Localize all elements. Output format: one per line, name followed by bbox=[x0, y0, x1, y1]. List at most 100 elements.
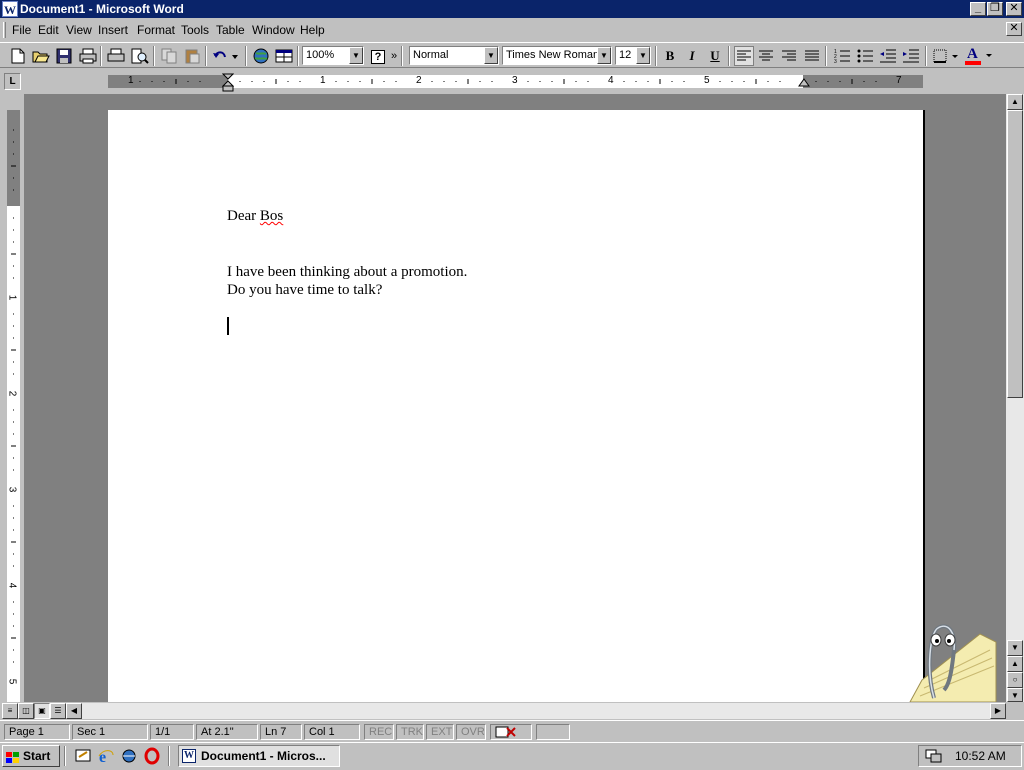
status-trk[interactable]: TRK bbox=[396, 724, 424, 740]
ruler-number: 3 bbox=[6, 486, 18, 493]
ruler-number: 5 bbox=[6, 678, 18, 685]
justify-icon[interactable] bbox=[802, 46, 822, 66]
previous-page-icon[interactable]: ▲ bbox=[1007, 656, 1023, 672]
toolbar-more-icon[interactable]: » bbox=[389, 46, 399, 66]
new-document-icon[interactable] bbox=[8, 46, 28, 66]
ruler-number: 5 bbox=[704, 75, 710, 86]
status-section: Sec 1 bbox=[72, 724, 148, 740]
menu-insert[interactable]: Insert bbox=[98, 23, 128, 37]
outline-view-icon[interactable]: ☰ bbox=[50, 703, 66, 719]
ruler-number: 2 bbox=[6, 390, 18, 397]
vertical-scrollbar[interactable]: ▲ ▼ ▲ ○ ▼ bbox=[1006, 94, 1024, 702]
document-workspace[interactable]: Dear Bos I have been thinking about a pr… bbox=[24, 94, 1006, 702]
increase-indent-icon[interactable] bbox=[901, 46, 921, 66]
web-toolbar-icon[interactable] bbox=[251, 46, 271, 66]
menu-view[interactable]: View bbox=[66, 23, 92, 37]
style-combo[interactable]: Normal ▼ bbox=[409, 46, 499, 65]
status-ext[interactable]: EXT bbox=[426, 724, 454, 740]
restore-button[interactable]: ❐ bbox=[987, 2, 1003, 16]
status-rec[interactable]: REC bbox=[364, 724, 394, 740]
spelling-status-icon[interactable] bbox=[490, 724, 532, 740]
document-page[interactable]: Dear Bos I have been thinking about a pr… bbox=[108, 110, 925, 702]
scroll-up-icon[interactable]: ▲ bbox=[1007, 94, 1023, 110]
horizontal-ruler[interactable]: L 1 1 2 3 4 5 7 bbox=[0, 68, 1024, 94]
channels-icon[interactable] bbox=[120, 747, 138, 765]
right-indent-marker[interactable] bbox=[798, 78, 810, 88]
clock[interactable]: 10:52 AM bbox=[955, 746, 1006, 766]
ruler-number: 1 bbox=[320, 75, 326, 86]
document-line[interactable]: Dear Bos bbox=[227, 207, 283, 225]
next-page-icon[interactable]: ▼ bbox=[1007, 688, 1023, 702]
zoom-combo[interactable]: 100% ▼ bbox=[302, 46, 364, 65]
taskbar-word-button[interactable]: W Document1 - Micros... bbox=[178, 745, 340, 767]
document-line[interactable]: Do you have time to talk? bbox=[227, 281, 382, 299]
tab-selector[interactable]: L bbox=[4, 73, 21, 90]
show-desktop-icon[interactable] bbox=[74, 747, 92, 765]
open-folder-icon[interactable] bbox=[31, 46, 51, 66]
toolbar-separator bbox=[205, 46, 207, 66]
internet-explorer-icon[interactable]: e bbox=[97, 747, 115, 766]
taskbar: Start e W Document1 - Micros... 10:52 AM bbox=[0, 742, 1024, 768]
status-page-count: 1/1 bbox=[150, 724, 194, 740]
align-left-icon[interactable] bbox=[734, 46, 754, 66]
select-browse-object-icon[interactable]: ○ bbox=[1007, 672, 1023, 688]
undo-icon[interactable] bbox=[211, 46, 241, 66]
tray-network-icon[interactable] bbox=[925, 748, 943, 764]
decrease-indent-icon[interactable] bbox=[878, 46, 898, 66]
menu-tools[interactable]: Tools bbox=[181, 23, 209, 37]
status-ovr[interactable]: OVR bbox=[456, 724, 486, 740]
opera-icon[interactable] bbox=[143, 747, 161, 765]
paste-icon[interactable] bbox=[182, 46, 202, 66]
italic-button[interactable]: I bbox=[682, 46, 702, 66]
numbering-icon[interactable]: 123 bbox=[832, 46, 852, 66]
menu-edit[interactable]: Edit bbox=[38, 23, 59, 37]
tables-borders-icon[interactable] bbox=[274, 46, 294, 66]
window-title: Document1 - Microsoft Word bbox=[20, 2, 184, 16]
minimize-button[interactable]: _ bbox=[970, 2, 986, 16]
copy-icon[interactable] bbox=[159, 46, 179, 66]
horizontal-scroll-track[interactable] bbox=[82, 703, 990, 719]
close-button[interactable]: ✕ bbox=[1006, 2, 1022, 16]
menu-format[interactable]: Format bbox=[137, 23, 175, 37]
office-assistant-clippy-icon[interactable] bbox=[900, 610, 1000, 702]
print-icon[interactable] bbox=[78, 46, 98, 66]
normal-view-icon[interactable]: ≡ bbox=[2, 703, 18, 719]
font-combo[interactable]: Times New Roman ▼ bbox=[502, 46, 612, 65]
word-app-icon[interactable]: W bbox=[2, 1, 18, 17]
misspelled-word[interactable]: Bos bbox=[260, 208, 283, 224]
web-layout-view-icon[interactable]: ◫ bbox=[18, 703, 34, 719]
font-color-icon[interactable]: A bbox=[964, 46, 994, 66]
indent-markers[interactable] bbox=[222, 73, 234, 93]
scroll-right-icon[interactable]: ▶ bbox=[990, 703, 1006, 719]
chevron-down-icon[interactable]: ▼ bbox=[349, 47, 363, 64]
document-close-button[interactable]: ✕ bbox=[1006, 22, 1022, 36]
print-preview-icon[interactable] bbox=[130, 46, 150, 66]
svg-text:3: 3 bbox=[834, 59, 837, 63]
scroll-thumb[interactable] bbox=[1007, 110, 1023, 398]
align-right-icon[interactable] bbox=[779, 46, 799, 66]
chevron-down-icon[interactable]: ▼ bbox=[636, 47, 650, 64]
start-button[interactable]: Start bbox=[2, 745, 60, 767]
help-question-icon[interactable]: ? bbox=[368, 46, 388, 66]
bold-button[interactable]: B bbox=[660, 46, 680, 66]
align-center-icon[interactable] bbox=[756, 46, 776, 66]
menu-help[interactable]: Help bbox=[300, 23, 325, 37]
vertical-ruler[interactable]: 1 2 3 4 5 bbox=[0, 94, 24, 702]
scroll-left-icon[interactable]: ◀ bbox=[66, 703, 82, 719]
status-at: At 2.1" bbox=[196, 724, 258, 740]
chevron-down-icon[interactable]: ▼ bbox=[484, 47, 498, 64]
chevron-down-icon[interactable]: ▼ bbox=[597, 47, 611, 64]
menu-file[interactable]: File bbox=[12, 23, 31, 37]
save-disk-icon[interactable] bbox=[54, 46, 74, 66]
menu-window[interactable]: Window bbox=[252, 23, 295, 37]
menu-table[interactable]: Table bbox=[216, 23, 245, 37]
font-size-combo[interactable]: 12 ▼ bbox=[615, 46, 651, 65]
printer-icon[interactable] bbox=[106, 46, 126, 66]
scroll-down-icon[interactable]: ▼ bbox=[1007, 640, 1023, 656]
toolbar-separator bbox=[100, 46, 102, 66]
bullets-icon[interactable] bbox=[855, 46, 875, 66]
underline-button[interactable]: U bbox=[705, 46, 725, 66]
document-line[interactable]: I have been thinking about a promotion. bbox=[227, 263, 467, 281]
print-layout-view-icon[interactable]: ▣ bbox=[34, 703, 50, 719]
borders-icon[interactable] bbox=[931, 46, 961, 66]
